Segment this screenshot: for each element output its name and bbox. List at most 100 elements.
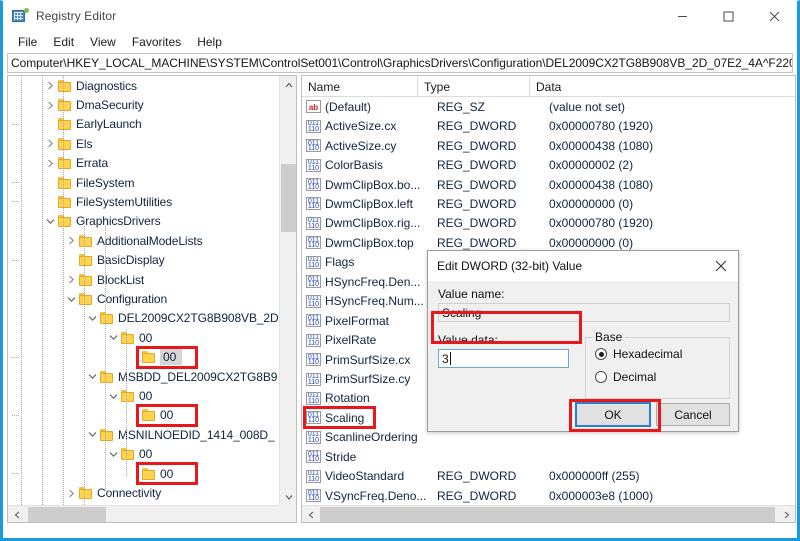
radio-hexadecimal[interactable]: Hexadecimal <box>595 347 682 361</box>
tree-item-graphicsdrivers[interactable]: GraphicsDrivers <box>8 212 278 231</box>
menu-item-edit[interactable]: Edit <box>45 33 82 51</box>
tree-item-basicdisplay[interactable]: BasicDisplay <box>8 251 278 270</box>
scroll-left-icon[interactable] <box>8 506 25 522</box>
column-header-data[interactable]: Data <box>530 76 791 97</box>
table-row[interactable]: 011 110 DwmClipBox.left REG_DWORD 0x00000000… <box>302 194 795 213</box>
column-header-type[interactable]: Type <box>418 76 530 97</box>
tree-item-00[interactable]: 00 <box>8 464 278 483</box>
scroll-left-icon[interactable] <box>302 506 319 522</box>
folder-icon <box>58 215 72 228</box>
scroll-up-icon[interactable] <box>280 76 296 93</box>
tree-scroll-thumb[interactable] <box>281 164 296 232</box>
scroll-right-icon[interactable] <box>778 506 795 522</box>
table-row[interactable]: 011 110 ActiveSize.cy REG_DWORD 0x00000438 (… <box>302 136 795 155</box>
table-row[interactable]: 011 110 VideoStandard REG_DWORD 0x000000ff (… <box>302 467 795 486</box>
tree-item-els[interactable]: Els <box>8 134 278 153</box>
tree-item-00[interactable]: 00 <box>8 386 278 405</box>
tree-item-del2009cx2tg8b908vb-2d[interactable]: DEL2009CX2TG8B908VB_2D <box>8 309 278 328</box>
tree-connector <box>12 115 58 134</box>
tree-item-additionalmodelists[interactable]: AdditionalModeLists <box>8 231 278 250</box>
scroll-down-icon[interactable] <box>280 488 296 505</box>
close-icon[interactable] <box>751 1 797 31</box>
tree-connector-line <box>126 329 127 476</box>
tree-item-connectivity[interactable]: Connectivity <box>8 483 278 502</box>
radio-decimal[interactable]: Decimal <box>595 370 656 384</box>
dialog-title: Edit DWORD (32-bit) Value <box>437 259 583 273</box>
table-row[interactable]: ab (Default) REG_SZ (value not set) <box>302 97 795 116</box>
tree-item-00[interactable]: 00 <box>8 445 278 464</box>
folder-icon <box>79 273 93 286</box>
tree-item-errata[interactable]: Errata <box>8 154 278 173</box>
chevron-right-icon[interactable] <box>42 134 58 153</box>
chevron-down-icon[interactable] <box>84 425 100 444</box>
tree-item-00[interactable]: 00 <box>8 406 278 425</box>
tree-item-filesystem[interactable]: FileSystem <box>8 173 278 192</box>
address-bar[interactable]: Computer\HKEY_LOCAL_MACHINE\SYSTEM\Contr… <box>7 53 793 73</box>
tree-item-label: MSNILNOEDID_1414_008D_ <box>118 427 275 442</box>
dword-value-icon: 011110 <box>306 372 321 386</box>
list-hscroll-thumb[interactable] <box>320 507 775 522</box>
dword-value-icon: 011110 <box>306 430 321 444</box>
tree-item-filesystemutilities[interactable]: FileSystemUtilities <box>8 192 278 211</box>
window-title: Registry Editor <box>36 9 117 23</box>
table-row[interactable]: 011 110 VSyncFreq.Deno... REG_DWORD 0x000003… <box>302 486 795 505</box>
chevron-right-icon[interactable] <box>42 76 58 95</box>
chevron-down-icon[interactable] <box>42 212 58 231</box>
chevron-right-icon[interactable] <box>63 484 79 503</box>
chevron-down-icon[interactable] <box>105 328 121 347</box>
maximize-icon[interactable] <box>705 1 751 31</box>
value-data-input[interactable]: 3 <box>438 349 569 368</box>
value-name: ActiveSize.cy <box>325 138 397 153</box>
tree-item-diagnostics[interactable]: Diagnostics <box>8 76 278 95</box>
chevron-down-icon[interactable] <box>105 387 121 406</box>
cancel-button[interactable]: Cancel <box>656 403 730 426</box>
tree-item-dmasecurity[interactable]: DmaSecurity <box>8 95 278 114</box>
radio-unselected-icon <box>595 371 607 383</box>
column-header-name[interactable]: Name <box>302 76 418 97</box>
value-data: 0x00000438 (1080) <box>549 177 654 192</box>
close-icon[interactable] <box>704 251 738 281</box>
chevron-right-icon[interactable] <box>63 231 79 250</box>
tree-hscroll-thumb[interactable] <box>28 507 106 522</box>
chevron-down-icon[interactable] <box>63 290 79 309</box>
menu-item-favorites[interactable]: Favorites <box>124 33 189 51</box>
list-horizontal-scrollbar[interactable] <box>302 505 795 522</box>
table-row[interactable]: 011 110 ColorBasis REG_DWORD 0x00000002 (2) <box>302 155 795 174</box>
value-type: REG_DWORD <box>437 196 517 211</box>
tree-connector-line <box>42 76 43 505</box>
tree-item-msnilnoedid-1414-008d[interactable]: MSNILNOEDID_1414_008D_ <box>8 425 278 444</box>
chevron-down-icon[interactable] <box>105 445 121 464</box>
tree-item-msbdd-del2009cx2tg8b9[interactable]: MSBDD_DEL2009CX2TG8B9 <box>8 367 278 386</box>
tree-item-blocklist[interactable]: BlockList <box>8 270 278 289</box>
table-row[interactable]: 011 110 ActiveSize.cx REG_DWORD 0x00000780 (… <box>302 116 795 135</box>
chevron-right-icon[interactable] <box>63 270 79 289</box>
table-row[interactable]: 011 110 DwmClipBox.bo... REG_DWORD 0x0000043… <box>302 175 795 194</box>
tree-item-00[interactable]: 00 <box>8 328 278 347</box>
ok-button[interactable]: OK <box>575 402 651 427</box>
menu-item-help[interactable]: Help <box>189 33 230 51</box>
chevron-down-icon[interactable] <box>84 367 100 386</box>
table-row[interactable]: 011 110 DwmClipBox.rig... REG_DWORD 0x000007… <box>302 214 795 233</box>
string-value-icon: ab <box>306 100 321 114</box>
minimize-icon[interactable] <box>659 1 705 31</box>
value-name: DwmClipBox.left <box>325 196 414 211</box>
value-data: 0x00000780 (1920) <box>549 216 654 231</box>
tree-item-label: 00 <box>160 466 174 481</box>
tree-item-earlylaunch[interactable]: EarlyLaunch <box>8 115 278 134</box>
tree-item-label: 00 <box>160 408 174 423</box>
table-row[interactable]: 011 110 Stride <box>302 447 795 466</box>
tree-item-label: AdditionalModeLists <box>97 233 203 248</box>
menu-item-file[interactable]: File <box>10 33 45 51</box>
menu-item-view[interactable]: View <box>82 33 124 51</box>
registry-tree[interactable]: Diagnostics DmaSecurity EarlyLaunch Els Erra… <box>8 76 278 505</box>
chevron-right-icon[interactable] <box>42 96 58 115</box>
tree-vertical-scrollbar[interactable] <box>279 76 296 505</box>
chevron-right-icon[interactable] <box>42 154 58 173</box>
value-data: 0x00000000 (0) <box>549 196 634 211</box>
chevron-down-icon[interactable] <box>84 309 100 328</box>
tree-item-00[interactable]: 00 <box>8 348 278 367</box>
value-name: ScanlineOrdering <box>325 430 418 445</box>
tree-item-configuration[interactable]: Configuration <box>8 289 278 308</box>
tree-horizontal-scrollbar[interactable] <box>8 505 296 522</box>
dword-value-icon: 011110 <box>306 275 321 289</box>
